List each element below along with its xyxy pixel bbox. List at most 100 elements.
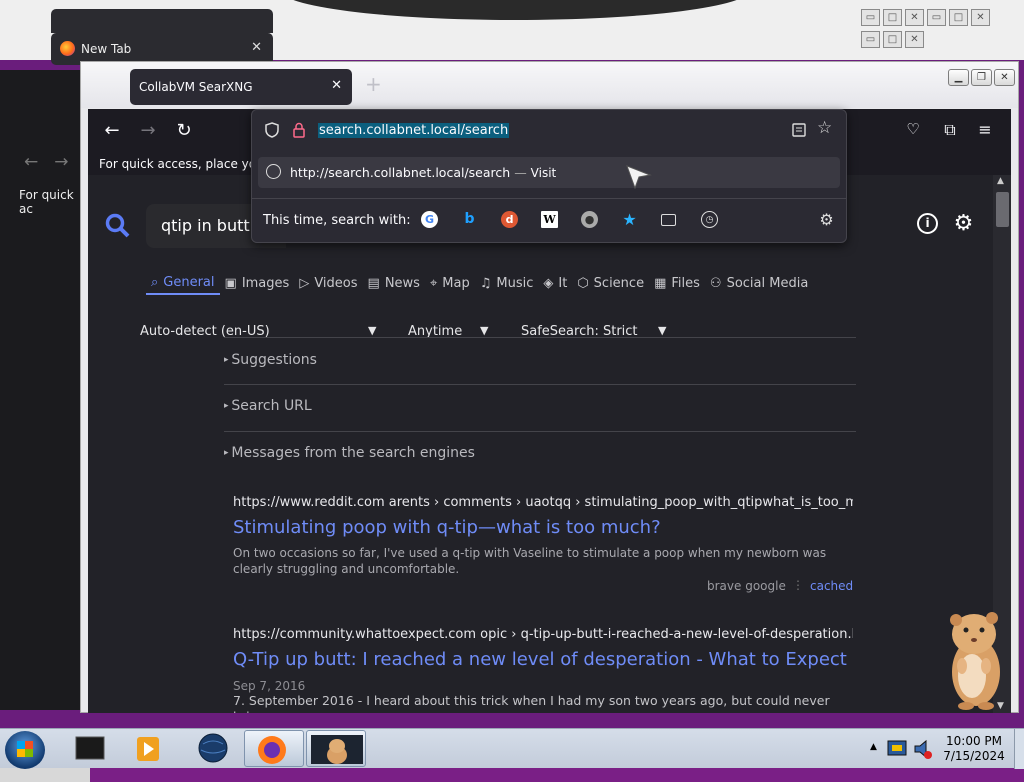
background-tab[interactable] [51,9,273,33]
suggestions-toggle[interactable]: Suggestions [224,352,317,368]
address-bar-dropdown: search.collabnet.local/search ☆ http://s… [251,109,847,243]
tray-expand-icon[interactable]: ▲ [870,742,877,752]
cached-link[interactable]: cached [810,579,853,593]
tab-music[interactable]: ♫ Music [475,271,539,295]
searx-engine-icon[interactable]: ● [581,211,598,228]
show-desktop-button[interactable] [1014,729,1024,769]
category-tabs: ⌕ General ▣ Images ▷ Videos ▤ News ⌖ Map ♫ Music ◈ It… [146,271,813,301]
result-date: Sep 7, 2016 [233,679,306,693]
tab-videos[interactable]: ▷ Videos [294,271,362,295]
reader-view-icon[interactable] [792,123,806,137]
network-icon[interactable] [886,736,910,762]
more-dots-icon[interactable]: ⋮ [792,578,804,592]
clock-time: 10:00 PM [946,734,1002,748]
background-nav-arrows: ←→ [24,152,85,172]
close-icon[interactable]: ✕ [251,40,262,55]
tab-news[interactable]: ▤ News [363,271,425,295]
news-icon: ▤ [367,275,380,291]
browser-window: CollabVM SearXNG ✕ + ▁ ❐ ✕ ← → ↻ ♡ ⧉ ≡ F… [80,61,1019,713]
category-label: Images [241,275,290,291]
scroll-up-icon[interactable]: ▲ [997,176,1004,186]
duckduckgo-engine-icon[interactable]: d [501,211,518,228]
divider [224,384,856,385]
chevron-down-icon: ▼ [480,324,489,337]
taskbar-app-image-viewer[interactable] [306,730,366,767]
layers-icon: ◈ [543,275,554,291]
bing-engine-icon[interactable]: b [461,211,478,228]
category-label: Videos [314,275,358,291]
firefox-icon [60,41,75,56]
history-search-icon[interactable]: ◷ [701,211,718,228]
volume-icon[interactable] [911,736,935,762]
back-arrow-icon[interactable]: ← [100,120,124,141]
category-label: Science [593,275,645,291]
result-title[interactable]: Stimulating poop with q-tip—what is too … [233,517,661,538]
divider [224,337,856,338]
files-icon: ▦ [654,275,667,291]
tab-files[interactable]: ▦ Files [649,271,705,295]
taskbar-app-firefox[interactable] [244,730,304,767]
people-icon: ⚇ [709,275,722,291]
lock-icon[interactable] [292,122,306,138]
category-label: Files [671,275,700,291]
url-text[interactable]: search.collabnet.local/search [318,123,510,138]
maximize-button[interactable]: ❐ [971,69,992,86]
browser-content-frame: ← → ↻ ♡ ⧉ ≡ For quick access, place your… [88,109,1011,713]
tabs-search-icon[interactable] [661,214,676,226]
image-icon: ▣ [224,275,237,291]
tab-social-media[interactable]: ⚇ Social Media [705,271,813,295]
searxng-page: qtip in butt i ⚙ ⌕ General ▣ Images ▷ Videos ▤… [88,175,993,713]
category-label: General [163,274,215,290]
result-url[interactable]: https://community.whattoexpect.com opic … [233,627,853,642]
divider [224,431,856,432]
shield-icon[interactable] [265,122,279,138]
tab-map[interactable]: ⌖ Map [425,271,475,295]
scrollbar-thumb[interactable] [996,192,1009,227]
mouse-cursor-icon [626,165,652,189]
pocket-icon[interactable]: ♡ [901,120,925,138]
windows-logo-icon [17,741,33,757]
engine-messages-toggle[interactable]: Messages from the search engines [224,445,475,461]
bookmarks-search-icon[interactable]: ★ [621,211,638,228]
wikipedia-engine-icon[interactable]: W [541,211,558,228]
tab-bar: CollabVM SearXNG ✕ + ▁ ❐ ✕ [81,62,1018,108]
search-logo-icon[interactable] [105,213,131,246]
hamster-sticker-image [950,612,1000,710]
info-icon[interactable]: i [917,213,938,234]
tab-general[interactable]: ⌕ General [146,271,220,295]
search-settings-gear-icon[interactable]: ⚙ [818,211,835,228]
google-engine-icon[interactable]: G [421,211,438,228]
address-bar[interactable]: search.collabnet.local/search ☆ [252,110,846,150]
close-tab-icon[interactable]: ✕ [331,78,342,93]
result-snippet: On two occasions so far, I've used a q-t… [233,546,827,576]
taskbar-app-globe[interactable] [183,730,243,767]
taskbar-clock[interactable]: 10:00 PM 7/15/2024 [940,734,1008,764]
minimize-button[interactable]: ▁ [948,69,969,86]
taskbar-app-media-player[interactable] [120,730,180,767]
close-button[interactable]: ✕ [994,69,1015,86]
tab-it[interactable]: ◈ It [538,271,572,295]
search-url-toggle[interactable]: Search URL [224,398,311,414]
extensions-icon[interactable]: ⧉ [938,120,962,140]
background-browser-window: ←→ For quick ac Cł [0,70,90,782]
science-icon: ⬡ [577,275,589,291]
chevron-down-icon: ▼ [658,324,667,337]
menu-icon[interactable]: ≡ [973,120,997,139]
result-url[interactable]: https://www.reddit.com arents › comments… [233,495,853,510]
tab-collabvm-searxng[interactable]: CollabVM SearXNG ✕ [130,69,352,105]
forward-arrow-icon[interactable]: → [136,120,160,141]
music-icon: ♫ [479,275,492,291]
result-title[interactable]: Q-Tip up butt: I reached a new level of … [233,649,847,670]
globe-icon [266,164,281,179]
url-suggestion[interactable]: http://search.collabnet.local/search — V… [258,157,840,189]
preferences-gear-icon[interactable]: ⚙ [953,213,974,235]
reload-icon[interactable]: ↻ [172,120,196,141]
tab-science[interactable]: ⬡ Science [572,271,649,295]
category-label: News [384,275,420,291]
new-tab-button[interactable]: + [365,72,382,96]
bookmark-star-icon[interactable]: ☆ [817,118,832,138]
start-button[interactable] [5,731,45,769]
tab-images[interactable]: ▣ Images [220,271,295,295]
category-label: It [558,275,568,291]
taskbar-app-terminal[interactable] [60,730,120,767]
